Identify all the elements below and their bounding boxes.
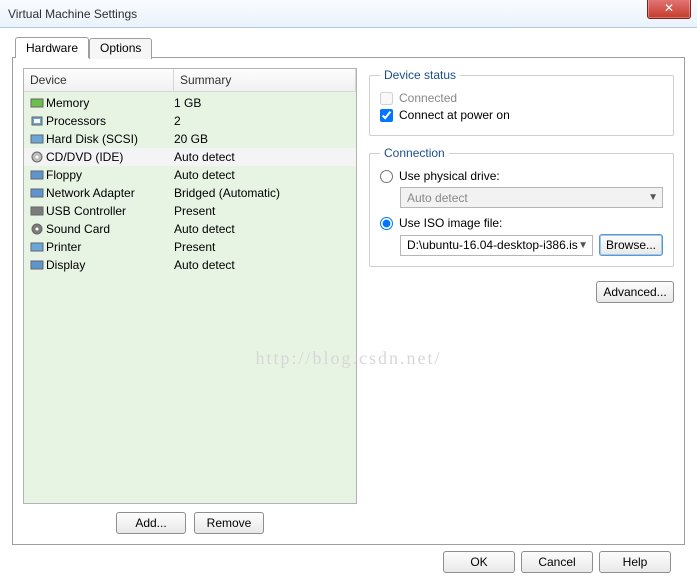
use-iso-radio[interactable] xyxy=(380,217,393,230)
device-name: CD/DVD (IDE) xyxy=(46,150,174,164)
remove-button[interactable]: Remove xyxy=(194,512,264,534)
hdd-icon xyxy=(30,133,44,145)
device-name: Network Adapter xyxy=(46,186,174,200)
use-iso-label: Use ISO image file: xyxy=(399,216,502,230)
use-physical-row[interactable]: Use physical drive: xyxy=(380,169,663,183)
chevron-down-icon[interactable]: ▼ xyxy=(578,240,588,251)
use-physical-label: Use physical drive: xyxy=(399,169,500,183)
device-summary: 20 GB xyxy=(174,132,352,146)
device-name: Processors xyxy=(46,114,174,128)
device-row[interactable]: Network AdapterBridged (Automatic) xyxy=(24,184,356,202)
network-icon xyxy=(30,187,44,199)
device-row[interactable]: Processors2 xyxy=(24,112,356,130)
device-name: Floppy xyxy=(46,168,174,182)
device-name: Display xyxy=(46,258,174,272)
device-row[interactable]: CD/DVD (IDE)Auto detect xyxy=(24,148,356,166)
tabstrip: Hardware Options xyxy=(15,36,685,57)
connect-poweron-row[interactable]: Connect at power on xyxy=(380,108,663,122)
device-summary: 1 GB xyxy=(174,96,352,110)
device-summary: Auto detect xyxy=(174,222,352,236)
device-list[interactable]: Device Summary Memory1 GBProcessors2Hard… xyxy=(23,68,357,504)
device-row[interactable]: Sound CardAuto detect xyxy=(24,220,356,238)
sound-icon xyxy=(30,223,44,235)
device-summary: Auto detect xyxy=(174,258,352,272)
advanced-button[interactable]: Advanced... xyxy=(596,281,674,303)
tab-hardware[interactable]: Hardware xyxy=(15,37,89,58)
device-name: Memory xyxy=(46,96,174,110)
device-name: Printer xyxy=(46,240,174,254)
title-bar: Virtual Machine Settings ✕ xyxy=(0,0,697,28)
ok-button[interactable]: OK xyxy=(443,551,515,573)
printer-icon xyxy=(30,241,44,253)
device-summary: 2 xyxy=(174,114,352,128)
cd-icon xyxy=(30,151,44,163)
dialog-buttons: OK Cancel Help xyxy=(12,545,685,573)
device-name: Sound Card xyxy=(46,222,174,236)
close-button[interactable]: ✕ xyxy=(647,0,691,19)
usb-icon xyxy=(30,205,44,217)
help-button[interactable]: Help xyxy=(599,551,671,573)
use-physical-radio[interactable] xyxy=(380,170,393,183)
chevron-down-icon: ▼ xyxy=(648,192,658,203)
device-status-legend: Device status xyxy=(380,68,460,82)
device-row[interactable]: Memory1 GB xyxy=(24,94,356,112)
device-row[interactable]: DisplayAuto detect xyxy=(24,256,356,274)
device-row[interactable]: USB ControllerPresent xyxy=(24,202,356,220)
device-summary: Present xyxy=(174,204,352,218)
cpu-icon xyxy=(30,115,44,127)
device-row[interactable]: FloppyAuto detect xyxy=(24,166,356,184)
device-name: USB Controller xyxy=(46,204,174,218)
floppy-icon xyxy=(30,169,44,181)
browse-button[interactable]: Browse... xyxy=(599,234,663,256)
window-title: Virtual Machine Settings xyxy=(8,7,137,21)
display-icon xyxy=(30,259,44,271)
cancel-button[interactable]: Cancel xyxy=(521,551,593,573)
connection-legend: Connection xyxy=(380,146,449,160)
header-summary[interactable]: Summary xyxy=(174,69,356,92)
use-iso-row[interactable]: Use ISO image file: xyxy=(380,216,663,230)
connect-poweron-label: Connect at power on xyxy=(399,108,510,122)
device-row[interactable]: Hard Disk (SCSI)20 GB xyxy=(24,130,356,148)
device-summary: Bridged (Automatic) xyxy=(174,186,352,200)
connection-group: Connection Use physical drive: Auto dete… xyxy=(369,146,674,267)
tab-panel-hardware: http://blog.csdn.net/ Device Summary Mem… xyxy=(12,57,685,545)
device-status-group: Device status Connected Connect at power… xyxy=(369,68,674,136)
connected-label: Connected xyxy=(399,91,457,105)
device-summary: Auto detect xyxy=(174,168,352,182)
connected-row: Connected xyxy=(380,91,663,105)
tab-options[interactable]: Options xyxy=(89,38,152,59)
device-row[interactable]: PrinterPresent xyxy=(24,238,356,256)
device-name: Hard Disk (SCSI) xyxy=(46,132,174,146)
connect-poweron-checkbox[interactable] xyxy=(380,109,393,122)
connected-checkbox xyxy=(380,92,393,105)
physical-drive-value: Auto detect xyxy=(407,191,468,205)
physical-drive-dropdown: Auto detect ▼ xyxy=(400,187,663,208)
header-device[interactable]: Device xyxy=(24,69,174,92)
memory-icon xyxy=(30,97,44,109)
iso-path-dropdown[interactable]: D:\ubuntu-16.04-desktop-i386.is ▼ xyxy=(400,235,593,256)
iso-path-value: D:\ubuntu-16.04-desktop-i386.is xyxy=(407,238,578,252)
add-button[interactable]: Add... xyxy=(116,512,186,534)
device-summary: Present xyxy=(174,240,352,254)
device-summary: Auto detect xyxy=(174,150,352,164)
device-list-header: Device Summary xyxy=(24,69,356,92)
